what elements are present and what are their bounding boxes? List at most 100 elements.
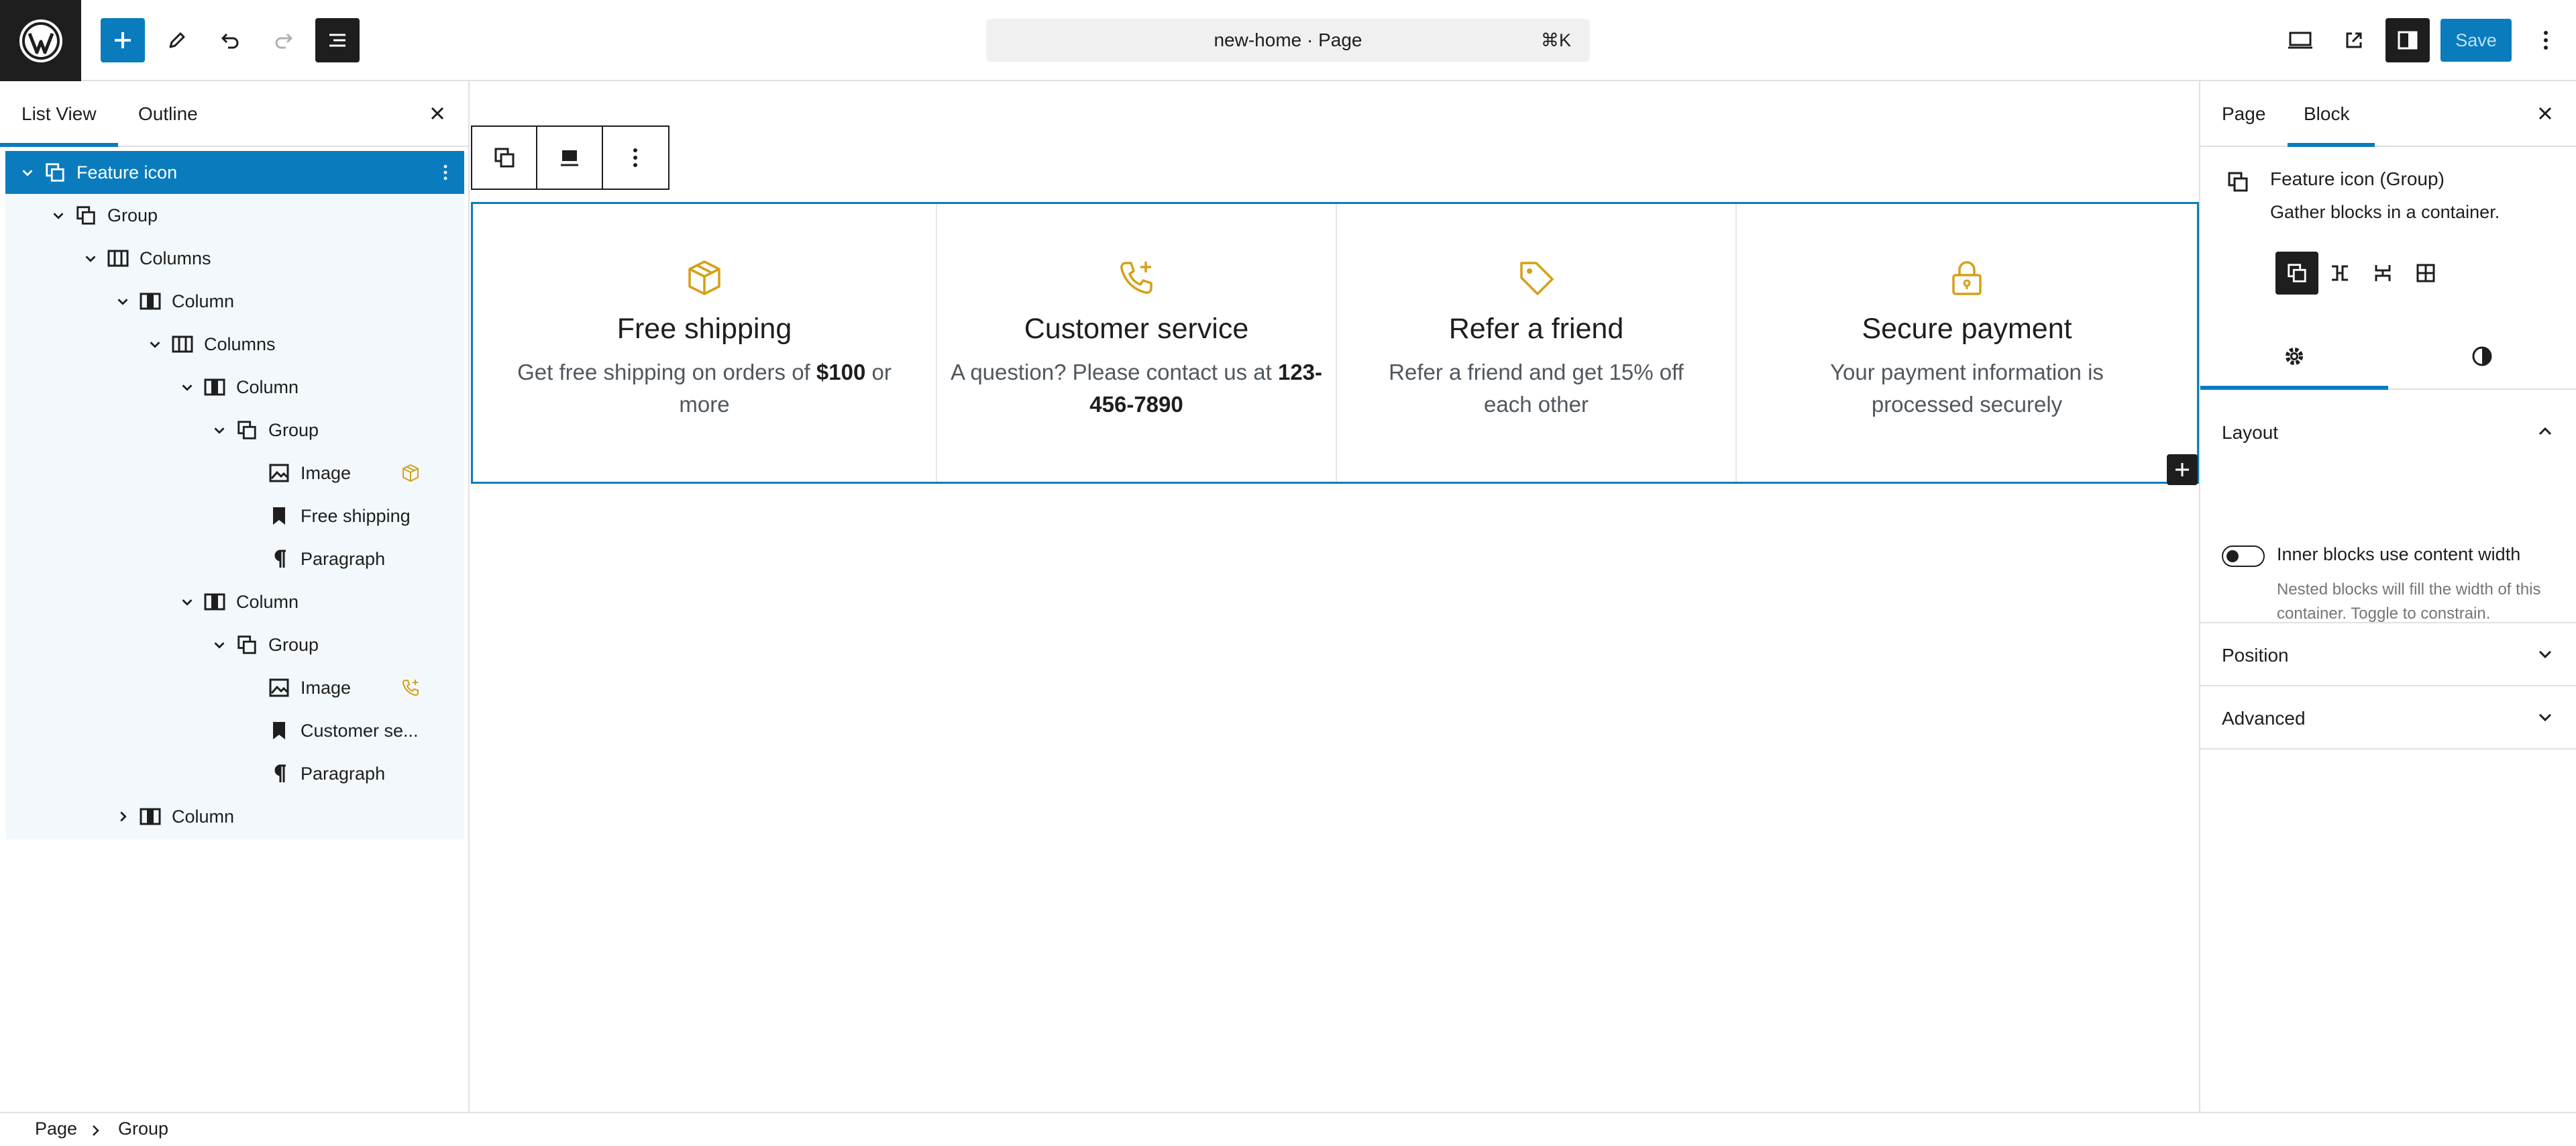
close-sidebar-button[interactable] bbox=[2526, 95, 2564, 132]
tools-button[interactable] bbox=[154, 18, 199, 62]
shortcut-hint: ⌘K bbox=[1540, 30, 1571, 50]
list-view-row-selected[interactable]: Feature icon bbox=[5, 151, 464, 194]
list-view-row[interactable]: Column bbox=[5, 366, 464, 409]
chevron-up-icon[interactable] bbox=[2532, 418, 2559, 445]
wordpress-icon bbox=[19, 19, 62, 62]
block-variations bbox=[2275, 252, 2447, 295]
list-view-row[interactable]: Free shipping bbox=[5, 494, 464, 537]
chevron-down-icon[interactable] bbox=[80, 248, 101, 268]
column-icon bbox=[201, 374, 228, 401]
list-view-row[interactable]: Paragraph bbox=[5, 537, 464, 580]
settings-toggle-button[interactable] bbox=[2385, 18, 2430, 62]
chevron-down-icon[interactable] bbox=[2532, 641, 2559, 668]
tab-outline[interactable]: Outline bbox=[138, 81, 198, 147]
list-view-icon bbox=[329, 34, 345, 47]
toggle-label: Inner blocks use content width bbox=[2277, 544, 2521, 564]
box-icon bbox=[397, 460, 424, 486]
list-view-row-label: Group bbox=[268, 634, 319, 655]
undo-button[interactable] bbox=[208, 18, 252, 62]
tab-block[interactable]: Block bbox=[2304, 81, 2349, 147]
feature-column[interactable]: Secure payment Your payment information … bbox=[1737, 204, 2197, 482]
list-view-row[interactable]: Column bbox=[5, 580, 464, 623]
lock-icon bbox=[1944, 255, 1990, 301]
block-type-button[interactable] bbox=[472, 127, 538, 189]
list-view-row[interactable]: Column bbox=[5, 795, 464, 838]
block-card-description: Gather blocks in a container. bbox=[2270, 202, 2500, 222]
save-button[interactable]: Save bbox=[2440, 19, 2512, 62]
align-full-icon bbox=[561, 150, 579, 166]
variation-group-button[interactable] bbox=[2275, 252, 2318, 295]
layout-panel-title[interactable]: Layout bbox=[2222, 422, 2278, 444]
chevron-down-icon[interactable] bbox=[48, 205, 68, 225]
wordpress-logo-button[interactable] bbox=[0, 0, 81, 81]
breadcrumb-page[interactable]: Page bbox=[35, 1118, 77, 1139]
variation-row-button[interactable] bbox=[2318, 252, 2361, 295]
tab-page[interactable]: Page bbox=[2222, 81, 2265, 147]
redo-button[interactable] bbox=[262, 18, 306, 62]
options-menu-button[interactable] bbox=[2529, 18, 2563, 62]
image-icon bbox=[266, 674, 292, 701]
paragraph-icon bbox=[266, 545, 292, 572]
list-view-row-label: Image bbox=[301, 677, 352, 698]
list-view-row[interactable]: Image bbox=[5, 452, 464, 494]
tab-list-view[interactable]: List View bbox=[21, 81, 97, 147]
list-view-row[interactable]: Customer se... bbox=[5, 709, 464, 752]
chevron-down-icon[interactable] bbox=[17, 162, 38, 183]
list-view-row-label: Free shipping bbox=[301, 505, 411, 526]
inner-blocks-content-width-toggle[interactable] bbox=[2222, 545, 2265, 567]
chevron-down-icon[interactable] bbox=[209, 420, 229, 440]
block-options-button[interactable] bbox=[603, 127, 668, 189]
feature-column[interactable]: Customer service A question? Please cont… bbox=[937, 204, 1337, 482]
chevron-down-icon[interactable] bbox=[177, 592, 197, 612]
command-palette-bar[interactable]: new-home · Page ⌘K bbox=[986, 19, 1590, 62]
tab-styles[interactable] bbox=[2388, 323, 2576, 390]
chevron-down-icon[interactable] bbox=[209, 635, 229, 655]
advanced-panel[interactable]: Advanced bbox=[2200, 686, 2576, 749]
chevron-right-icon[interactable] bbox=[113, 806, 133, 827]
chevron-down-icon[interactable] bbox=[113, 291, 133, 311]
list-view-row-label: Image bbox=[301, 462, 352, 483]
list-view-row-label: Group bbox=[107, 205, 158, 225]
variation-stack-button[interactable] bbox=[2361, 252, 2404, 295]
position-panel[interactable]: Position bbox=[2200, 623, 2576, 686]
settings-sidebar: Page Block Feature icon (Group) Gather b… bbox=[2199, 81, 2576, 1112]
list-view-row[interactable]: Group bbox=[5, 409, 464, 452]
block-tree: Feature icon Group Columns Column Columns Col… bbox=[5, 151, 464, 839]
list-view-row[interactable]: Image bbox=[5, 666, 464, 709]
inspector-tabs bbox=[2200, 323, 2576, 390]
tab-settings[interactable] bbox=[2200, 323, 2388, 390]
list-view-row[interactable]: Column bbox=[5, 280, 464, 323]
chevron-down-icon[interactable] bbox=[177, 377, 197, 397]
view-button[interactable] bbox=[2278, 18, 2322, 62]
list-view-row[interactable]: Paragraph bbox=[5, 752, 464, 795]
chevron-down-icon[interactable] bbox=[145, 334, 165, 354]
alignment-button[interactable] bbox=[537, 127, 603, 189]
list-view-row[interactable]: Columns bbox=[5, 323, 464, 366]
position-panel-title[interactable]: Position bbox=[2222, 645, 2289, 666]
layout-panel: Layout Inner blocks use content width Ne… bbox=[2200, 391, 2576, 623]
list-view-row[interactable]: Group bbox=[5, 623, 464, 666]
feature-column[interactable]: Free shipping Get free shipping on order… bbox=[473, 204, 937, 482]
list-view-row[interactable]: Columns bbox=[5, 237, 464, 280]
list-view-row-label: Paragraph bbox=[301, 763, 386, 784]
chevron-right-icon bbox=[93, 1125, 99, 1136]
row-options-button[interactable] bbox=[433, 156, 458, 189]
list-view-row[interactable]: Group bbox=[5, 194, 464, 237]
block-inserter-button[interactable] bbox=[101, 18, 145, 62]
feature-icon-group[interactable]: Free shipping Get free shipping on order… bbox=[471, 202, 2199, 484]
chevron-down-icon[interactable] bbox=[2532, 704, 2559, 731]
desktop-icon bbox=[2288, 32, 2312, 49]
block-appender-button[interactable] bbox=[2167, 454, 2198, 485]
advanced-panel-title[interactable]: Advanced bbox=[2222, 708, 2306, 729]
close-list-view-button[interactable] bbox=[419, 95, 456, 132]
breadcrumb-group[interactable]: Group bbox=[118, 1118, 168, 1139]
view-page-button[interactable] bbox=[2332, 18, 2376, 62]
document-overview-button[interactable] bbox=[315, 18, 360, 62]
editor-header: new-home · Page ⌘K Save bbox=[0, 0, 2576, 81]
gear-icon bbox=[2286, 348, 2303, 365]
list-view-panel: List View Outline Feature icon Group Colum… bbox=[0, 81, 470, 1112]
list-view-row-label: Columns bbox=[204, 333, 276, 354]
feature-column[interactable]: Refer a friend Refer a friend and get 15… bbox=[1337, 204, 1737, 482]
variation-grid-button[interactable] bbox=[2404, 252, 2447, 295]
group-icon bbox=[233, 631, 260, 658]
